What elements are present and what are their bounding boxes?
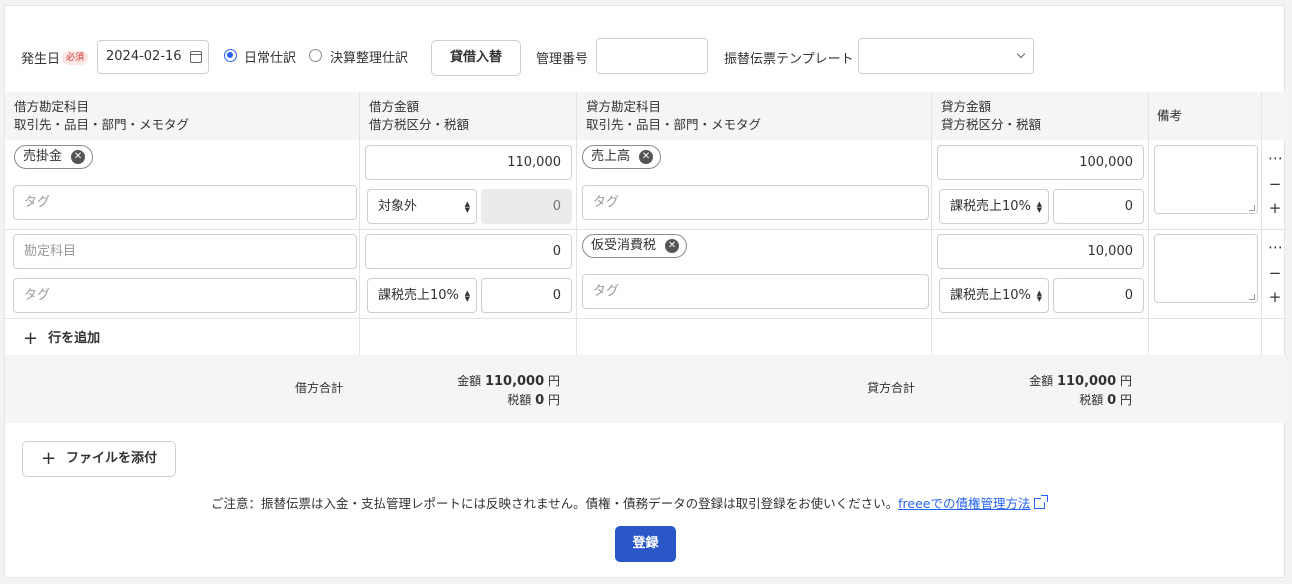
- resize-handle[interactable]: [1249, 294, 1255, 300]
- credit-total-values: 金額 110,000 円 税額 0 円: [1029, 374, 1132, 408]
- header-credit-amount: 貸方金額 貸方税区分・税額: [941, 99, 1042, 132]
- header-credit-account: 貸方勘定科目 取引先・品目・部門・メモタグ: [586, 99, 762, 132]
- debit-tax-input: 0: [481, 189, 572, 224]
- credit-amount-input[interactable]: 10,000: [937, 234, 1144, 269]
- chevron-down-icon: [1016, 49, 1026, 59]
- date-input[interactable]: 2024-02-16: [97, 40, 209, 74]
- plus-icon: +: [23, 328, 39, 349]
- receivables-help-link[interactable]: freeeでの債権管理方法: [898, 496, 1030, 511]
- debit-tax-category-select[interactable]: 課税売上10% ▲ ▼: [367, 278, 477, 313]
- row-divider: [5, 318, 1286, 319]
- credit-tax-input[interactable]: 0: [1053, 189, 1144, 224]
- remarks-textarea[interactable]: [1154, 145, 1258, 214]
- credit-tag-input[interactable]: タグ: [582, 185, 929, 220]
- template-select[interactable]: [858, 38, 1034, 74]
- credit-tax-input[interactable]: 0: [1053, 278, 1144, 313]
- radio-closing-entry[interactable]: [309, 49, 322, 62]
- select-arrows-icon: ▲ ▼: [1036, 199, 1042, 214]
- radio-normal-entry[interactable]: [224, 49, 237, 62]
- debit-tag-input[interactable]: タグ: [13, 185, 357, 220]
- register-button[interactable]: 登録: [615, 526, 676, 562]
- external-link-icon[interactable]: [1034, 495, 1049, 509]
- swap-debit-credit-button[interactable]: 貸借入替: [431, 40, 521, 76]
- notice-text: ご注意：振替伝票は入金・支払管理レポートには反映されません。債権・債務データの登…: [211, 493, 1049, 512]
- date-label: 発生日: [21, 52, 61, 67]
- calendar-icon[interactable]: [190, 51, 202, 63]
- clear-icon[interactable]: ✕: [665, 239, 680, 253]
- header-remarks: 備考: [1157, 108, 1183, 123]
- attach-file-button[interactable]: + ファイルを添付: [22, 441, 176, 477]
- radio-normal-label[interactable]: 日常仕訳: [244, 47, 296, 66]
- date-value: 2024-02-16: [106, 49, 182, 64]
- totals-row: 借方合計 金額 110,000 円 税額 0 円 貸方合計 金額 110,000…: [5, 355, 1286, 423]
- row-divider: [5, 229, 1286, 230]
- select-arrows-icon: ▲ ▼: [1036, 288, 1042, 303]
- header-debit-account: 借方勘定科目 取引先・品目・部門・メモタグ: [14, 99, 190, 132]
- credit-account-chip[interactable]: 仮受消費税 ✕: [582, 234, 688, 258]
- entry-header: 発生日 必須 2024-02-16 日常仕訳 決算整理仕訳 貸借入替 管理番号 …: [5, 6, 1284, 94]
- remove-row-icon[interactable]: −: [1268, 264, 1282, 282]
- journal-entry-panel: 発生日 必須 2024-02-16 日常仕訳 決算整理仕訳 貸借入替 管理番号 …: [4, 5, 1286, 578]
- clear-icon[interactable]: ✕: [639, 150, 654, 164]
- more-icon[interactable]: ⋯: [1268, 149, 1283, 167]
- plus-icon: +: [40, 448, 57, 469]
- debit-tax-category-select[interactable]: 対象外 ▲ ▼: [367, 189, 477, 224]
- credit-account-chip[interactable]: 売上高 ✕: [582, 145, 662, 169]
- management-number-label: 管理番号: [536, 52, 589, 67]
- management-number-input[interactable]: [596, 38, 708, 74]
- debit-amount-input[interactable]: 0: [365, 234, 572, 269]
- table-header: 借方勘定科目 取引先・品目・部門・メモタグ 借方金額 借方税区分・税額 貸方勘定…: [5, 92, 1286, 140]
- debit-account-input[interactable]: 勘定科目: [13, 234, 357, 269]
- debit-tax-input[interactable]: 0: [481, 278, 572, 313]
- select-arrows-icon: ▲ ▼: [464, 199, 470, 214]
- debit-total-values: 金額 110,000 円 税額 0 円: [457, 374, 560, 408]
- add-row-button[interactable]: + 行を追加: [23, 327, 100, 349]
- credit-total-label: 貸方合計: [867, 381, 916, 395]
- credit-amount-input[interactable]: 100,000: [937, 145, 1144, 180]
- template-label: 振替伝票テンプレート: [724, 52, 854, 67]
- required-badge: 必須: [62, 51, 89, 65]
- header-debit-amount: 借方金額 借方税区分・税額: [369, 99, 470, 132]
- debit-total-label: 借方合計: [295, 381, 344, 395]
- clear-icon[interactable]: ✕: [71, 150, 86, 164]
- add-row-icon[interactable]: +: [1268, 288, 1282, 306]
- remarks-textarea[interactable]: [1154, 234, 1258, 303]
- debit-account-chip[interactable]: 売掛金 ✕: [14, 145, 94, 169]
- select-arrows-icon: ▲ ▼: [464, 288, 470, 303]
- debit-amount-input[interactable]: 110,000: [365, 145, 572, 180]
- debit-tag-input[interactable]: タグ: [13, 278, 357, 313]
- credit-tag-input[interactable]: タグ: [582, 274, 929, 309]
- more-icon[interactable]: ⋯: [1268, 238, 1283, 256]
- remove-row-icon[interactable]: −: [1268, 175, 1282, 193]
- resize-handle[interactable]: [1249, 205, 1255, 211]
- credit-tax-category-select[interactable]: 課税売上10% ▲ ▼: [939, 189, 1049, 224]
- credit-tax-category-select[interactable]: 課税売上10% ▲ ▼: [939, 278, 1049, 313]
- add-row-icon[interactable]: +: [1268, 199, 1282, 217]
- radio-closing-label[interactable]: 決算整理仕訳: [330, 47, 408, 66]
